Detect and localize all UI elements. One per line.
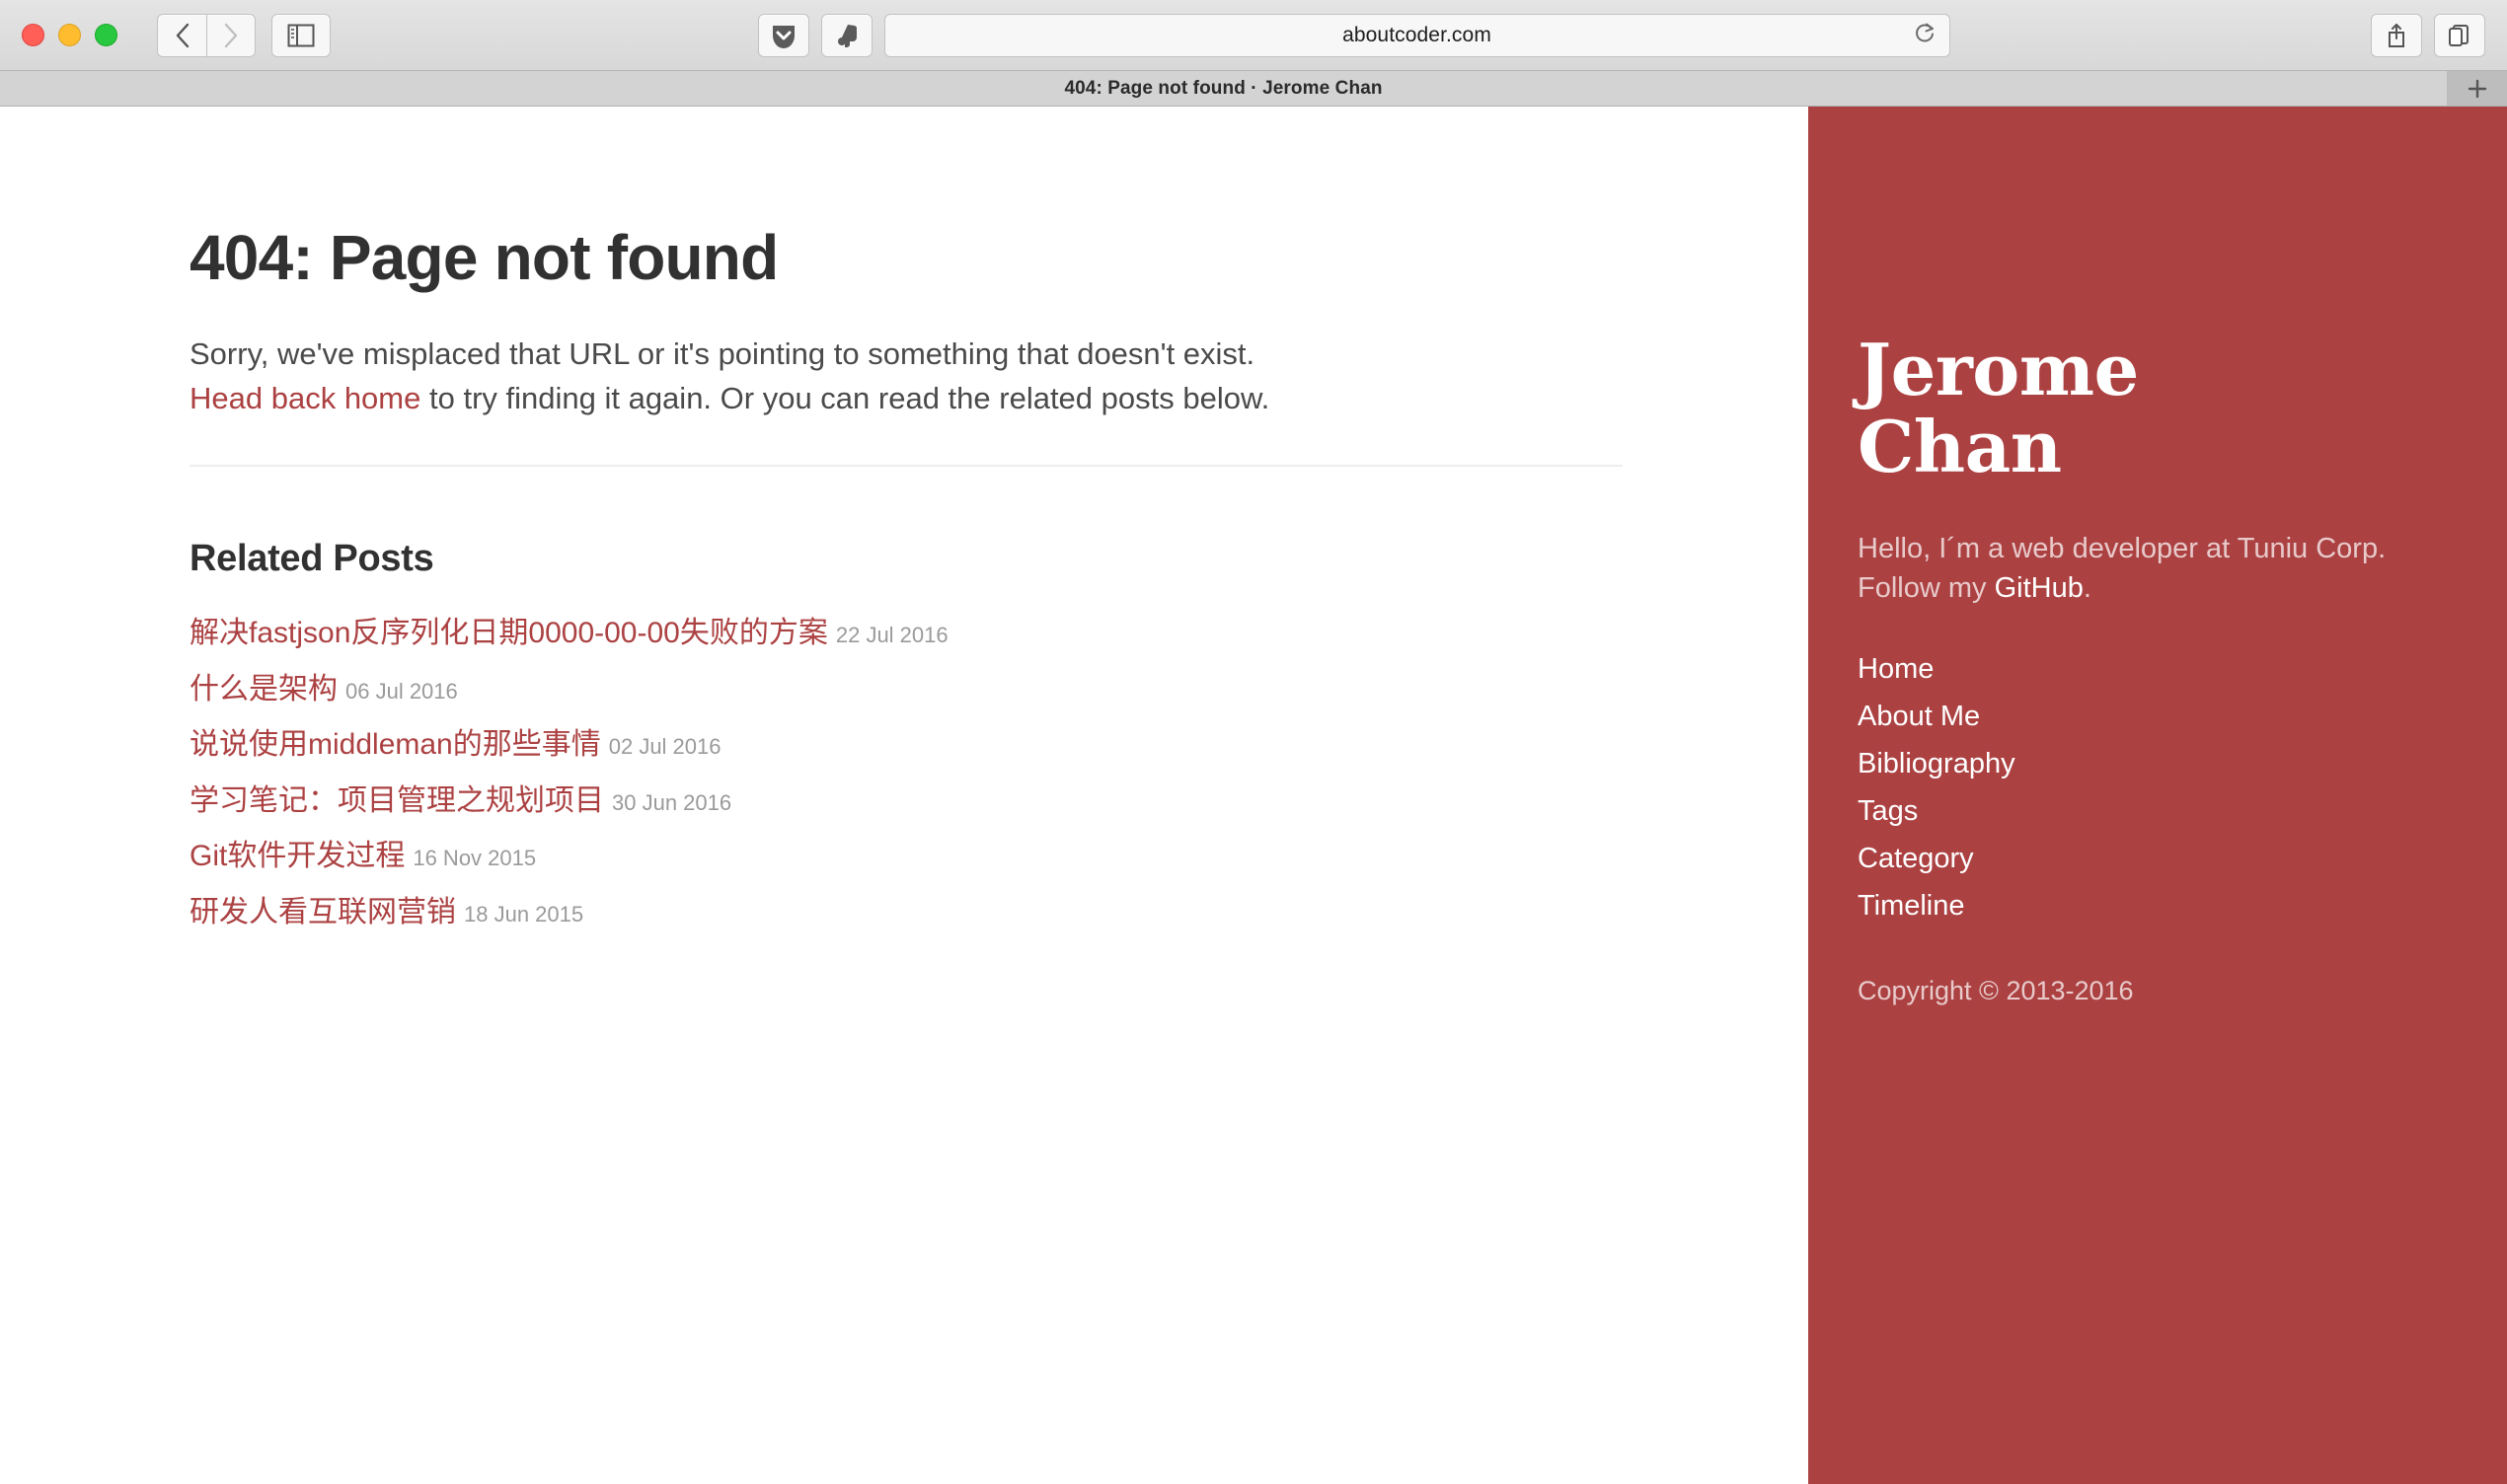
list-item: 说说使用middleman的那些事情 02 Jul 2016 <box>190 725 1808 766</box>
sidebar-item-label[interactable]: Home <box>1858 653 1934 685</box>
sidebar-item-label[interactable]: Bibliography <box>1858 748 2015 779</box>
extension-buttons <box>757 13 873 57</box>
new-tab-button[interactable] <box>2448 71 2507 106</box>
content-divider <box>190 465 1623 468</box>
list-item: 研发人看互联网营销 18 Jun 2015 <box>190 893 1808 933</box>
copyright-text: Copyright © 2013-2016 <box>1858 975 2134 1005</box>
site-tagline: Hello, I´m a web developer at Tuniu Corp… <box>1858 529 2410 608</box>
zoom-window-button[interactable] <box>95 24 117 46</box>
chevron-left-icon <box>176 23 189 47</box>
post-date: 16 Nov 2015 <box>413 846 537 871</box>
tabs-overview-icon <box>2449 24 2469 46</box>
error-line-2: to try finding it again. Or you can read… <box>420 381 1270 416</box>
sidebar-item-label[interactable]: Timeline <box>1858 890 1965 922</box>
post-title-link[interactable]: 学习笔记：项目管理之规划项目 <box>190 784 604 817</box>
sidebar-nav: Home About Me Bibliography Tags Category… <box>1858 653 2507 923</box>
post-date: 18 Jun 2015 <box>464 901 584 927</box>
post-title-link[interactable]: 什么是架构 <box>190 673 338 705</box>
post-date: 22 Jul 2016 <box>835 623 949 648</box>
tab-title: 404: Page not found · Jerome Chan <box>1064 77 1383 99</box>
evernote-extension-button[interactable] <box>820 13 873 57</box>
tab-overview-button[interactable] <box>2434 13 2485 57</box>
site-title: Jerome Chan <box>1858 328 2139 488</box>
list-item: 解决fastjson反序列化日期0000-00-00失败的方案 22 Jul 20… <box>190 614 1808 654</box>
back-button[interactable] <box>157 13 206 57</box>
sidebar-item-timeline[interactable]: Timeline <box>1858 890 2507 923</box>
tab-active[interactable]: 404: Page not found · Jerome Chan <box>0 71 2448 106</box>
sidebar-toggle-button[interactable] <box>271 13 331 57</box>
github-link[interactable]: GitHub <box>1995 572 2084 604</box>
sidebar-item-tags[interactable]: Tags <box>1858 795 2507 828</box>
post-title-link[interactable]: 说说使用middleman的那些事情 <box>190 728 601 761</box>
page-body: 404: Page not found Sorry, we've misplac… <box>0 107 2507 1484</box>
related-posts-list: 解决fastjson反序列化日期0000-00-00失败的方案 22 Jul 20… <box>190 614 1808 932</box>
sidebar-icon <box>287 24 315 46</box>
sidebar-item-about-me[interactable]: About Me <box>1858 701 2507 733</box>
share-button[interactable] <box>2371 13 2422 57</box>
tab-bar: 404: Page not found · Jerome Chan <box>0 71 2507 107</box>
post-title-link[interactable]: 解决fastjson反序列化日期0000-00-00失败的方案 <box>190 617 828 649</box>
address-bar[interactable]: aboutcoder.com <box>883 13 1950 57</box>
post-title-link[interactable]: 研发人看互联网营销 <box>190 896 456 928</box>
list-item: 什么是架构 06 Jul 2016 <box>190 670 1808 710</box>
sidebar-item-label[interactable]: Tags <box>1858 795 1918 827</box>
post-date: 02 Jul 2016 <box>608 734 722 760</box>
navigation-buttons <box>157 13 256 57</box>
reload-button[interactable] <box>1914 21 1936 49</box>
reload-icon <box>1915 23 1934 41</box>
url-text: aboutcoder.com <box>1342 23 1491 46</box>
pocket-extension-button[interactable] <box>757 13 809 57</box>
error-description: Sorry, we've misplaced that URL or it's … <box>190 333 1631 421</box>
share-icon <box>2389 23 2404 47</box>
sidebar-item-category[interactable]: Category <box>1858 843 2507 875</box>
site-sidebar: Jerome Chan Hello, I´m a web developer a… <box>1808 107 2507 1484</box>
sidebar-item-bibliography[interactable]: Bibliography <box>1858 748 2507 780</box>
window-controls <box>22 24 117 46</box>
main-content: 404: Page not found Sorry, we've misplac… <box>0 107 1808 1484</box>
tagline-text-after: . <box>2083 571 2091 604</box>
list-item: 学习笔记：项目管理之规划项目 30 Jun 2016 <box>190 781 1808 822</box>
related-posts-heading: Related Posts <box>190 538 434 580</box>
error-line-1: Sorry, we've misplaced that URL or it's … <box>190 336 1255 372</box>
evernote-elephant-icon <box>837 24 857 47</box>
close-window-button[interactable] <box>22 24 44 46</box>
page-title: 404: Page not found <box>190 222 779 293</box>
list-item: Git软件开发过程 16 Nov 2015 <box>190 837 1808 877</box>
chevron-right-icon <box>224 23 238 47</box>
browser-window: aboutcoder.com 404: Page not found · Jer… <box>0 0 2507 1484</box>
sidebar-item-home[interactable]: Home <box>1858 653 2507 686</box>
browser-toolbar: aboutcoder.com <box>0 0 2507 71</box>
post-date: 30 Jun 2016 <box>612 789 732 815</box>
post-title-link[interactable]: Git软件开发过程 <box>190 840 405 872</box>
pocket-icon <box>772 25 795 48</box>
sidebar-item-label[interactable]: About Me <box>1858 701 1980 732</box>
post-date: 06 Jul 2016 <box>345 678 458 704</box>
head-back-home-link[interactable]: Head back home <box>190 381 420 415</box>
tagline-text-before: Hello, I´m a web developer at Tuniu Corp… <box>1858 532 2387 604</box>
plus-icon <box>2468 79 2487 98</box>
minimize-window-button[interactable] <box>58 24 81 46</box>
sidebar-item-label[interactable]: Category <box>1858 843 1974 874</box>
forward-button[interactable] <box>206 13 256 57</box>
toolbar-right-buttons <box>2371 13 2485 57</box>
